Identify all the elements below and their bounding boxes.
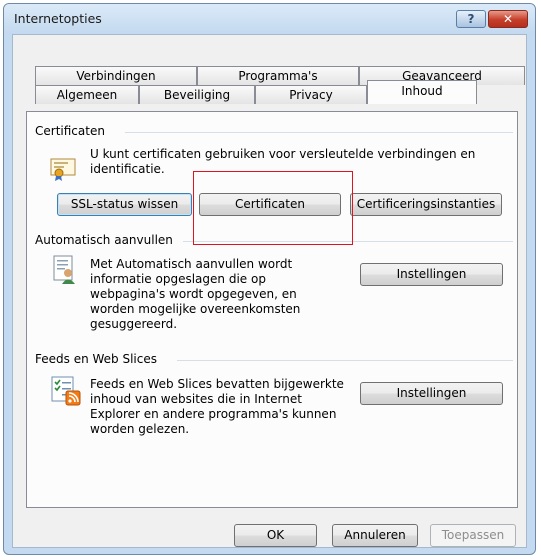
- highlight-annotation: [193, 171, 353, 245]
- autocomplete-description: Met Automatisch aanvullen wordt informat…: [90, 257, 301, 331]
- title-bar[interactable]: Internetopties ? ✕: [4, 4, 535, 34]
- tab-label: Privacy: [289, 88, 333, 102]
- tab-inhoud[interactable]: Inhoud: [367, 80, 477, 104]
- help-icon: ?: [467, 12, 475, 26]
- close-icon: ✕: [502, 12, 514, 26]
- autocomplete-icon: [53, 255, 77, 288]
- help-button[interactable]: ?: [456, 10, 486, 28]
- tab-label: Inhoud: [401, 84, 443, 98]
- tab-programmas[interactable]: Programma's: [197, 66, 359, 85]
- group-divider: [177, 360, 513, 361]
- close-button[interactable]: ✕: [488, 10, 528, 28]
- feeds-description: Feeds en Web Slices bevatten bijgewerkte…: [90, 377, 344, 436]
- clear-ssl-state-button[interactable]: SSL-status wissen: [57, 193, 192, 216]
- feeds-icon: [51, 376, 81, 409]
- feeds-settings-button[interactable]: Instellingen: [360, 382, 503, 405]
- certificate-icon: [50, 155, 76, 184]
- tab-beveiliging[interactable]: Beveiliging: [139, 85, 255, 104]
- group-divider: [125, 132, 513, 133]
- tab-label: Verbindingen: [76, 69, 156, 83]
- tab-algemeen[interactable]: Algemeen: [35, 85, 139, 104]
- group-title-certificates: Certificaten: [35, 124, 105, 138]
- tab-verbindingen[interactable]: Verbindingen: [35, 66, 197, 85]
- apply-button[interactable]: Toepassen: [430, 524, 516, 547]
- window-title: Internetopties: [14, 11, 102, 26]
- tab-privacy[interactable]: Privacy: [255, 85, 367, 104]
- tab-label: Algemeen: [56, 88, 118, 102]
- tab-label: Beveiliging: [163, 88, 231, 102]
- tab-label: Programma's: [238, 69, 318, 83]
- group-title-feeds: Feeds en Web Slices: [35, 352, 157, 366]
- group-title-autocomplete: Automatisch aanvullen: [35, 233, 173, 247]
- publishers-button[interactable]: Certificeringsinstanties: [350, 193, 502, 216]
- ok-button[interactable]: OK: [234, 524, 317, 547]
- autocomplete-settings-button[interactable]: Instellingen: [360, 263, 503, 286]
- dialog-window: Internetopties ? ✕ Verbindingen Programm…: [3, 3, 536, 555]
- cancel-button[interactable]: Annuleren: [332, 524, 418, 547]
